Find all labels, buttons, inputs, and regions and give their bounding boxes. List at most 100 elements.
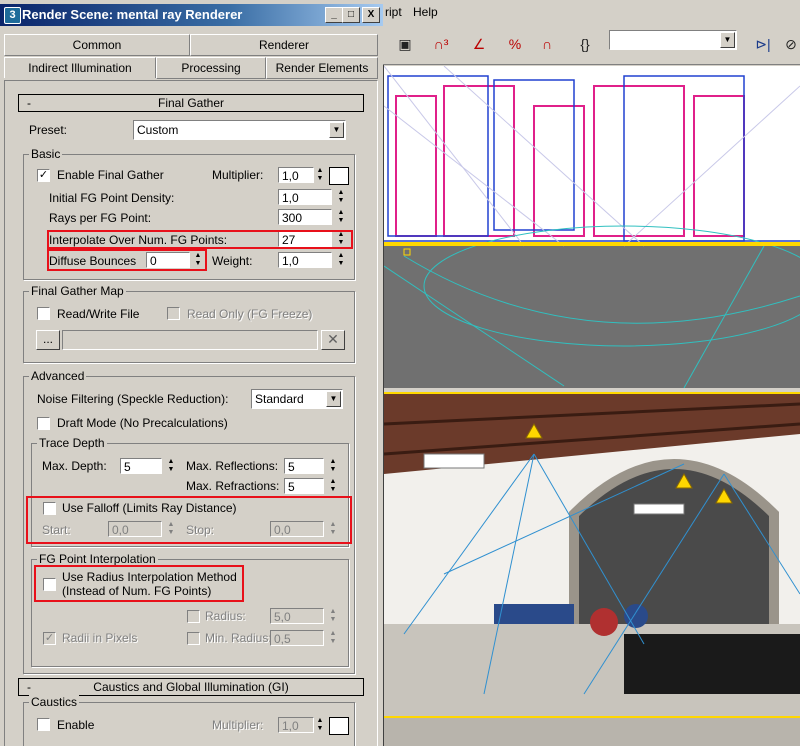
advanced-group-label: Advanced: [29, 369, 87, 383]
radius-checkbox[interactable]: [187, 610, 200, 623]
shaded-scene: [384, 394, 800, 716]
tab-renderer[interactable]: Renderer: [190, 34, 378, 56]
draft-mode-label: Draft Mode (No Precalculations): [57, 416, 228, 430]
enable-final-gather-label: Enable Final Gather: [57, 168, 164, 182]
max-refractions-label: Max. Refractions:: [186, 479, 280, 493]
percent-snap-icon[interactable]: %: [503, 32, 527, 56]
fg-map-group: [23, 291, 355, 363]
basic-group-label: Basic: [29, 147, 63, 161]
max-reflections-label: Max. Reflections:: [186, 459, 279, 473]
read-write-file-checkbox[interactable]: [37, 307, 50, 320]
clear-path-icon[interactable]: ✕: [321, 330, 345, 350]
align-icon[interactable]: ⊘: [779, 32, 800, 56]
caustics-multiplier-field[interactable]: 1,0: [278, 717, 314, 733]
noise-filter-value: Standard: [255, 392, 304, 406]
title-bar[interactable]: 3 Render Scene: mental ray Renderer _ □ …: [0, 4, 383, 26]
max-reflections-spinner[interactable]: ▲ ▼: [328, 458, 338, 474]
preset-label: Preset:: [29, 123, 68, 137]
read-write-file-label: Read/Write File: [57, 307, 140, 321]
maximize-button[interactable]: □: [342, 7, 360, 23]
chevron-down-icon: ▼: [326, 391, 341, 407]
caustics-rollout[interactable]: - Caustics and Global Illumination (GI): [18, 678, 364, 696]
settings-panel: - Final Gather Preset: Custom ▼ Basic ✓ …: [4, 80, 378, 746]
noise-filter-dropdown[interactable]: Standard ▼: [251, 389, 343, 409]
spinner-snap-icon[interactable]: ∩: [535, 32, 559, 56]
min-radius-label: Min. Radius:: [205, 631, 272, 645]
chevron-down-icon: ▼: [329, 122, 344, 138]
named-selection-dropdown[interactable]: ▼: [609, 30, 737, 50]
fg-map-path-field[interactable]: [62, 330, 318, 350]
max-refractions-field[interactable]: 5: [284, 478, 324, 494]
rollout-title: Final Gather: [157, 96, 225, 110]
tab-indirect-illumination[interactable]: Indirect Illumination: [4, 57, 156, 78]
caustics-enable-label: Enable: [57, 718, 95, 732]
radii-pixels-label: Radii in Pixels: [62, 631, 138, 645]
weight-spinner[interactable]: ▲ ▼: [336, 252, 346, 268]
fg-map-group-label: Final Gather Map: [29, 284, 126, 298]
named-selection-icon[interactable]: {}: [573, 32, 597, 56]
viewport-top[interactable]: [384, 66, 800, 388]
radius-label: Radius:: [205, 609, 246, 623]
preset-value: Custom: [137, 123, 179, 137]
rays-label: Rays per FG Point:: [49, 211, 152, 225]
min-radius-field[interactable]: 0,5: [270, 630, 324, 646]
max-depth-spinner[interactable]: ▲ ▼: [166, 458, 176, 474]
max-refractions-spinner[interactable]: ▲ ▼: [328, 478, 338, 494]
min-radius-checkbox[interactable]: [187, 632, 200, 645]
multiplier-color-swatch[interactable]: [329, 167, 349, 185]
highlight-interpolate: [47, 230, 353, 249]
tab-row-top: Common Renderer: [4, 34, 378, 56]
menu-help[interactable]: Help: [413, 5, 438, 19]
close-button[interactable]: X: [362, 7, 380, 23]
radii-pixels-checkbox[interactable]: ✓: [43, 632, 56, 645]
max-reflections-field[interactable]: 5: [284, 458, 324, 474]
menu-bar: ript Help: [383, 0, 800, 25]
multiplier-spinner[interactable]: ▲ ▼: [315, 167, 325, 183]
minimize-button[interactable]: _: [325, 7, 343, 23]
highlight-radius-interp: [34, 565, 244, 602]
caustics-color-swatch[interactable]: [329, 717, 349, 735]
menu-script[interactable]: ript: [385, 5, 402, 19]
density-field[interactable]: 1,0: [278, 189, 332, 205]
preset-dropdown[interactable]: Custom ▼: [133, 120, 346, 140]
mirror-icon[interactable]: ⊳|: [751, 32, 775, 56]
caustics-multiplier-spinner[interactable]: ▲ ▼: [315, 717, 325, 733]
density-spinner[interactable]: ▲ ▼: [336, 189, 346, 205]
weight-field[interactable]: 1,0: [278, 252, 332, 268]
main-toolbar: ▣ ∩³ ∠ % ∩ {} ▼ ⊳| ⊘: [383, 24, 800, 65]
collapse-icon: -: [27, 680, 31, 694]
enable-final-gather-checkbox[interactable]: ✓: [37, 169, 50, 182]
min-radius-spinner[interactable]: ▲ ▼: [328, 630, 338, 646]
radius-spinner[interactable]: ▲ ▼: [328, 608, 338, 624]
caustics-enable-checkbox[interactable]: [37, 718, 50, 731]
final-gather-rollout[interactable]: - Final Gather: [18, 94, 364, 112]
viewport-perspective[interactable]: [384, 392, 800, 718]
caustics-rollout-title: Caustics and Global Illumination (GI): [93, 680, 289, 694]
highlight-diffuse-bounces: [47, 249, 207, 271]
rays-field[interactable]: 300: [278, 209, 332, 225]
rays-spinner[interactable]: ▲ ▼: [336, 209, 346, 225]
max-depth-label: Max. Depth:: [42, 459, 107, 473]
tab-render-elements[interactable]: Render Elements: [266, 57, 378, 79]
weight-label: Weight:: [212, 254, 253, 268]
caustics-group-label: Caustics: [29, 695, 80, 709]
wireframe-scene: [384, 66, 800, 388]
radius-field[interactable]: 5,0: [270, 608, 324, 624]
tab-row-bottom: Indirect Illumination Processing Render …: [4, 57, 378, 79]
browse-button[interactable]: ...: [36, 330, 60, 350]
max-depth-field[interactable]: 5: [120, 458, 162, 474]
draft-mode-checkbox[interactable]: [37, 417, 50, 430]
window-title: Render Scene: mental ray Renderer: [22, 7, 243, 22]
fg-interp-label: FG Point Interpolation: [37, 552, 158, 566]
multiplier-field[interactable]: 1,0: [278, 167, 314, 183]
tab-common[interactable]: Common: [4, 34, 190, 56]
render-scene-dialog: 3 Render Scene: mental ray Renderer _ □ …: [0, 0, 384, 746]
read-only-checkbox[interactable]: [167, 307, 180, 320]
snap3-icon[interactable]: ∩³: [429, 32, 453, 56]
tab-processing[interactable]: Processing: [156, 57, 266, 79]
angle-snap-icon[interactable]: ∠: [467, 32, 491, 56]
teapot-icon[interactable]: ▣: [393, 32, 417, 56]
chevron-down-icon: ▼: [720, 32, 735, 48]
app-icon: 3: [4, 7, 21, 24]
collapse-icon: -: [27, 96, 31, 110]
